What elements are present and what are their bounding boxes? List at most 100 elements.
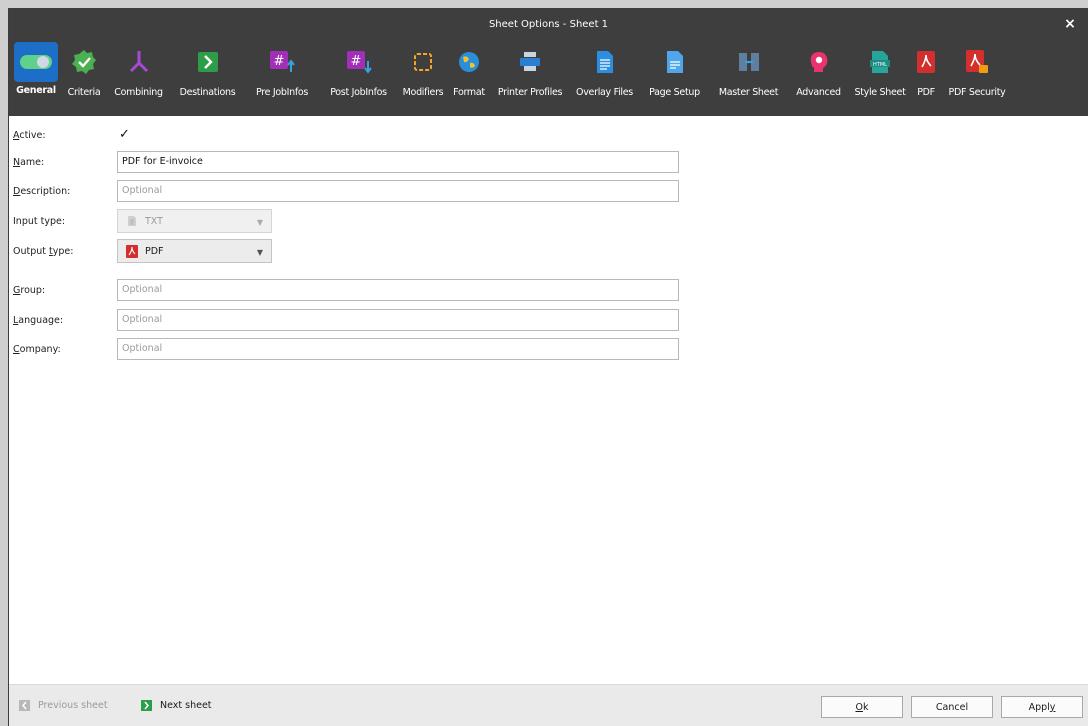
description-row: Description: Optional <box>9 180 699 202</box>
next-sheet-button[interactable]: Next sheet <box>141 700 212 711</box>
previous-sheet-label: Previous sheet <box>38 700 108 711</box>
globe-icon <box>448 40 490 84</box>
tab-general[interactable]: General <box>11 40 61 116</box>
tab-post-jobinfos[interactable]: # Post JobInfos <box>319 40 398 116</box>
tab-combining[interactable]: Combining <box>107 40 170 116</box>
text-file-icon <box>126 214 138 228</box>
tab-criteria[interactable]: Criteria <box>61 40 107 116</box>
tab-master-sheet[interactable]: Master Sheet <box>710 40 787 116</box>
name-label-text: ame: <box>20 156 45 168</box>
apply-button[interactable]: Appl y <box>1001 696 1083 718</box>
tab-modifiers[interactable]: Modifiers <box>398 40 448 116</box>
category-toolbar: General Criteria Combining Destinations … <box>9 40 1088 116</box>
dialog-footer: Previous sheet Next sheet Ok Cancel Appl… <box>9 684 1088 726</box>
active-row: Active: ✓ <box>9 124 699 146</box>
apply-label: Appl <box>1028 701 1050 713</box>
tab-pre-jobinfos-label: Pre JobInfos <box>255 87 309 98</box>
language-label: Language: <box>13 315 63 326</box>
language-label-text: anguage: <box>18 314 64 326</box>
name-row: Name: PDF for E-invoice <box>9 151 699 173</box>
ok-button[interactable]: Ok <box>821 696 903 718</box>
tab-page-setup-label: Page Setup <box>649 87 700 98</box>
tab-destinations-label: Destinations <box>179 87 236 98</box>
company-field[interactable]: Optional <box>117 338 679 360</box>
tab-pre-jobinfos[interactable]: # Pre JobInfos <box>245 40 319 116</box>
active-checkbox[interactable]: ✓ <box>119 128 133 142</box>
head-gear-icon <box>787 40 850 84</box>
tab-advanced-label: Advanced <box>796 87 841 98</box>
active-label: Active: <box>13 130 46 141</box>
output-type-label-prefix: Output <box>13 245 50 257</box>
group-label: Group: <box>13 285 45 296</box>
tab-format[interactable]: Format <box>448 40 490 116</box>
output-type-row: Output type: PDF ▼ <box>9 239 699 263</box>
name-label: Name: <box>13 157 44 168</box>
badge-check-icon <box>61 40 107 84</box>
merge-icon <box>107 40 170 84</box>
tab-master-sheet-label: Master Sheet <box>718 87 779 98</box>
window-title: Sheet Options - Sheet 1 <box>488 18 609 30</box>
tab-modifiers-label: Modifiers <box>402 87 444 98</box>
apply-access-key: y <box>1049 701 1056 713</box>
tab-combining-label: Combining <box>114 87 163 98</box>
tab-overlay-files[interactable]: Overlay Files <box>570 40 639 116</box>
document-icon <box>570 40 639 84</box>
company-label-access-key: C <box>13 343 20 355</box>
tab-advanced[interactable]: Advanced <box>787 40 850 116</box>
svg-text:#: # <box>350 54 361 69</box>
close-button[interactable]: × <box>1062 16 1078 32</box>
tab-general-label: General <box>16 85 56 96</box>
tab-printer-profiles-label: Printer Profiles <box>497 87 563 98</box>
tab-overlay-files-label: Overlay Files <box>576 87 633 98</box>
chevron-down-icon: ▼ <box>256 248 263 257</box>
sheet-options-dialog: Sheet Options - Sheet 1 × General Criter… <box>8 8 1088 726</box>
description-field[interactable]: Optional <box>117 180 679 202</box>
output-type-label-text: ype: <box>52 245 74 257</box>
previous-arrow-icon <box>19 700 30 711</box>
tab-page-setup[interactable]: Page Setup <box>639 40 710 116</box>
name-field[interactable]: PDF for E-invoice <box>117 151 679 173</box>
ok-access-key: O <box>855 701 863 713</box>
next-sheet-label: Next sheet <box>160 700 212 711</box>
description-label-text: escription: <box>20 185 71 197</box>
tab-pdf-label: PDF <box>917 87 935 98</box>
tab-post-jobinfos-label: Post JobInfos <box>330 87 387 98</box>
input-type-label: Input type: <box>13 215 66 227</box>
active-label-text: ctive: <box>19 129 46 141</box>
tab-destinations[interactable]: Destinations <box>170 40 245 116</box>
pdf-lock-icon <box>942 40 1012 84</box>
previous-sheet-button[interactable]: Previous sheet <box>19 700 108 711</box>
tab-pdf[interactable]: PDF <box>910 40 942 116</box>
title-bar: Sheet Options - Sheet 1 × <box>9 8 1088 40</box>
language-field[interactable]: Optional <box>117 309 679 331</box>
description-label: Description: <box>13 186 70 197</box>
arrow-right-box-icon <box>170 40 245 84</box>
output-type-value: PDF <box>145 245 164 257</box>
tab-pdf-security[interactable]: PDF Security <box>942 40 1012 116</box>
company-label: Company: <box>13 344 61 355</box>
group-field[interactable]: Optional <box>117 279 679 301</box>
cancel-button[interactable]: Cancel <box>911 696 993 718</box>
input-type-select[interactable]: TXT ▼ <box>117 209 272 233</box>
input-type-value: TXT <box>145 215 163 227</box>
output-type-select[interactable]: PDF ▼ <box>117 239 272 263</box>
company-label-text: ompany: <box>19 343 61 355</box>
group-row: Group: Optional <box>9 279 699 301</box>
chevron-down-icon: ▼ <box>256 218 263 227</box>
tab-criteria-label: Criteria <box>67 87 101 98</box>
next-arrow-icon <box>141 700 152 711</box>
html-file-icon: HTML <box>850 40 910 84</box>
page-icon <box>639 40 710 84</box>
hash-down-icon: # <box>319 40 398 84</box>
svg-text:#: # <box>274 54 285 69</box>
tab-style-sheet[interactable]: HTML Style Sheet <box>850 40 910 116</box>
dotted-square-icon <box>398 40 448 84</box>
ok-label: k <box>862 701 869 713</box>
pdf-icon <box>126 244 138 258</box>
tab-pdf-security-label: PDF Security <box>948 87 1006 98</box>
tab-format-label: Format <box>453 87 485 98</box>
tab-printer-profiles[interactable]: Printer Profiles <box>490 40 570 116</box>
group-label-text: roup: <box>20 284 46 296</box>
hash-up-icon: # <box>245 40 319 84</box>
printer-icon <box>490 40 570 84</box>
